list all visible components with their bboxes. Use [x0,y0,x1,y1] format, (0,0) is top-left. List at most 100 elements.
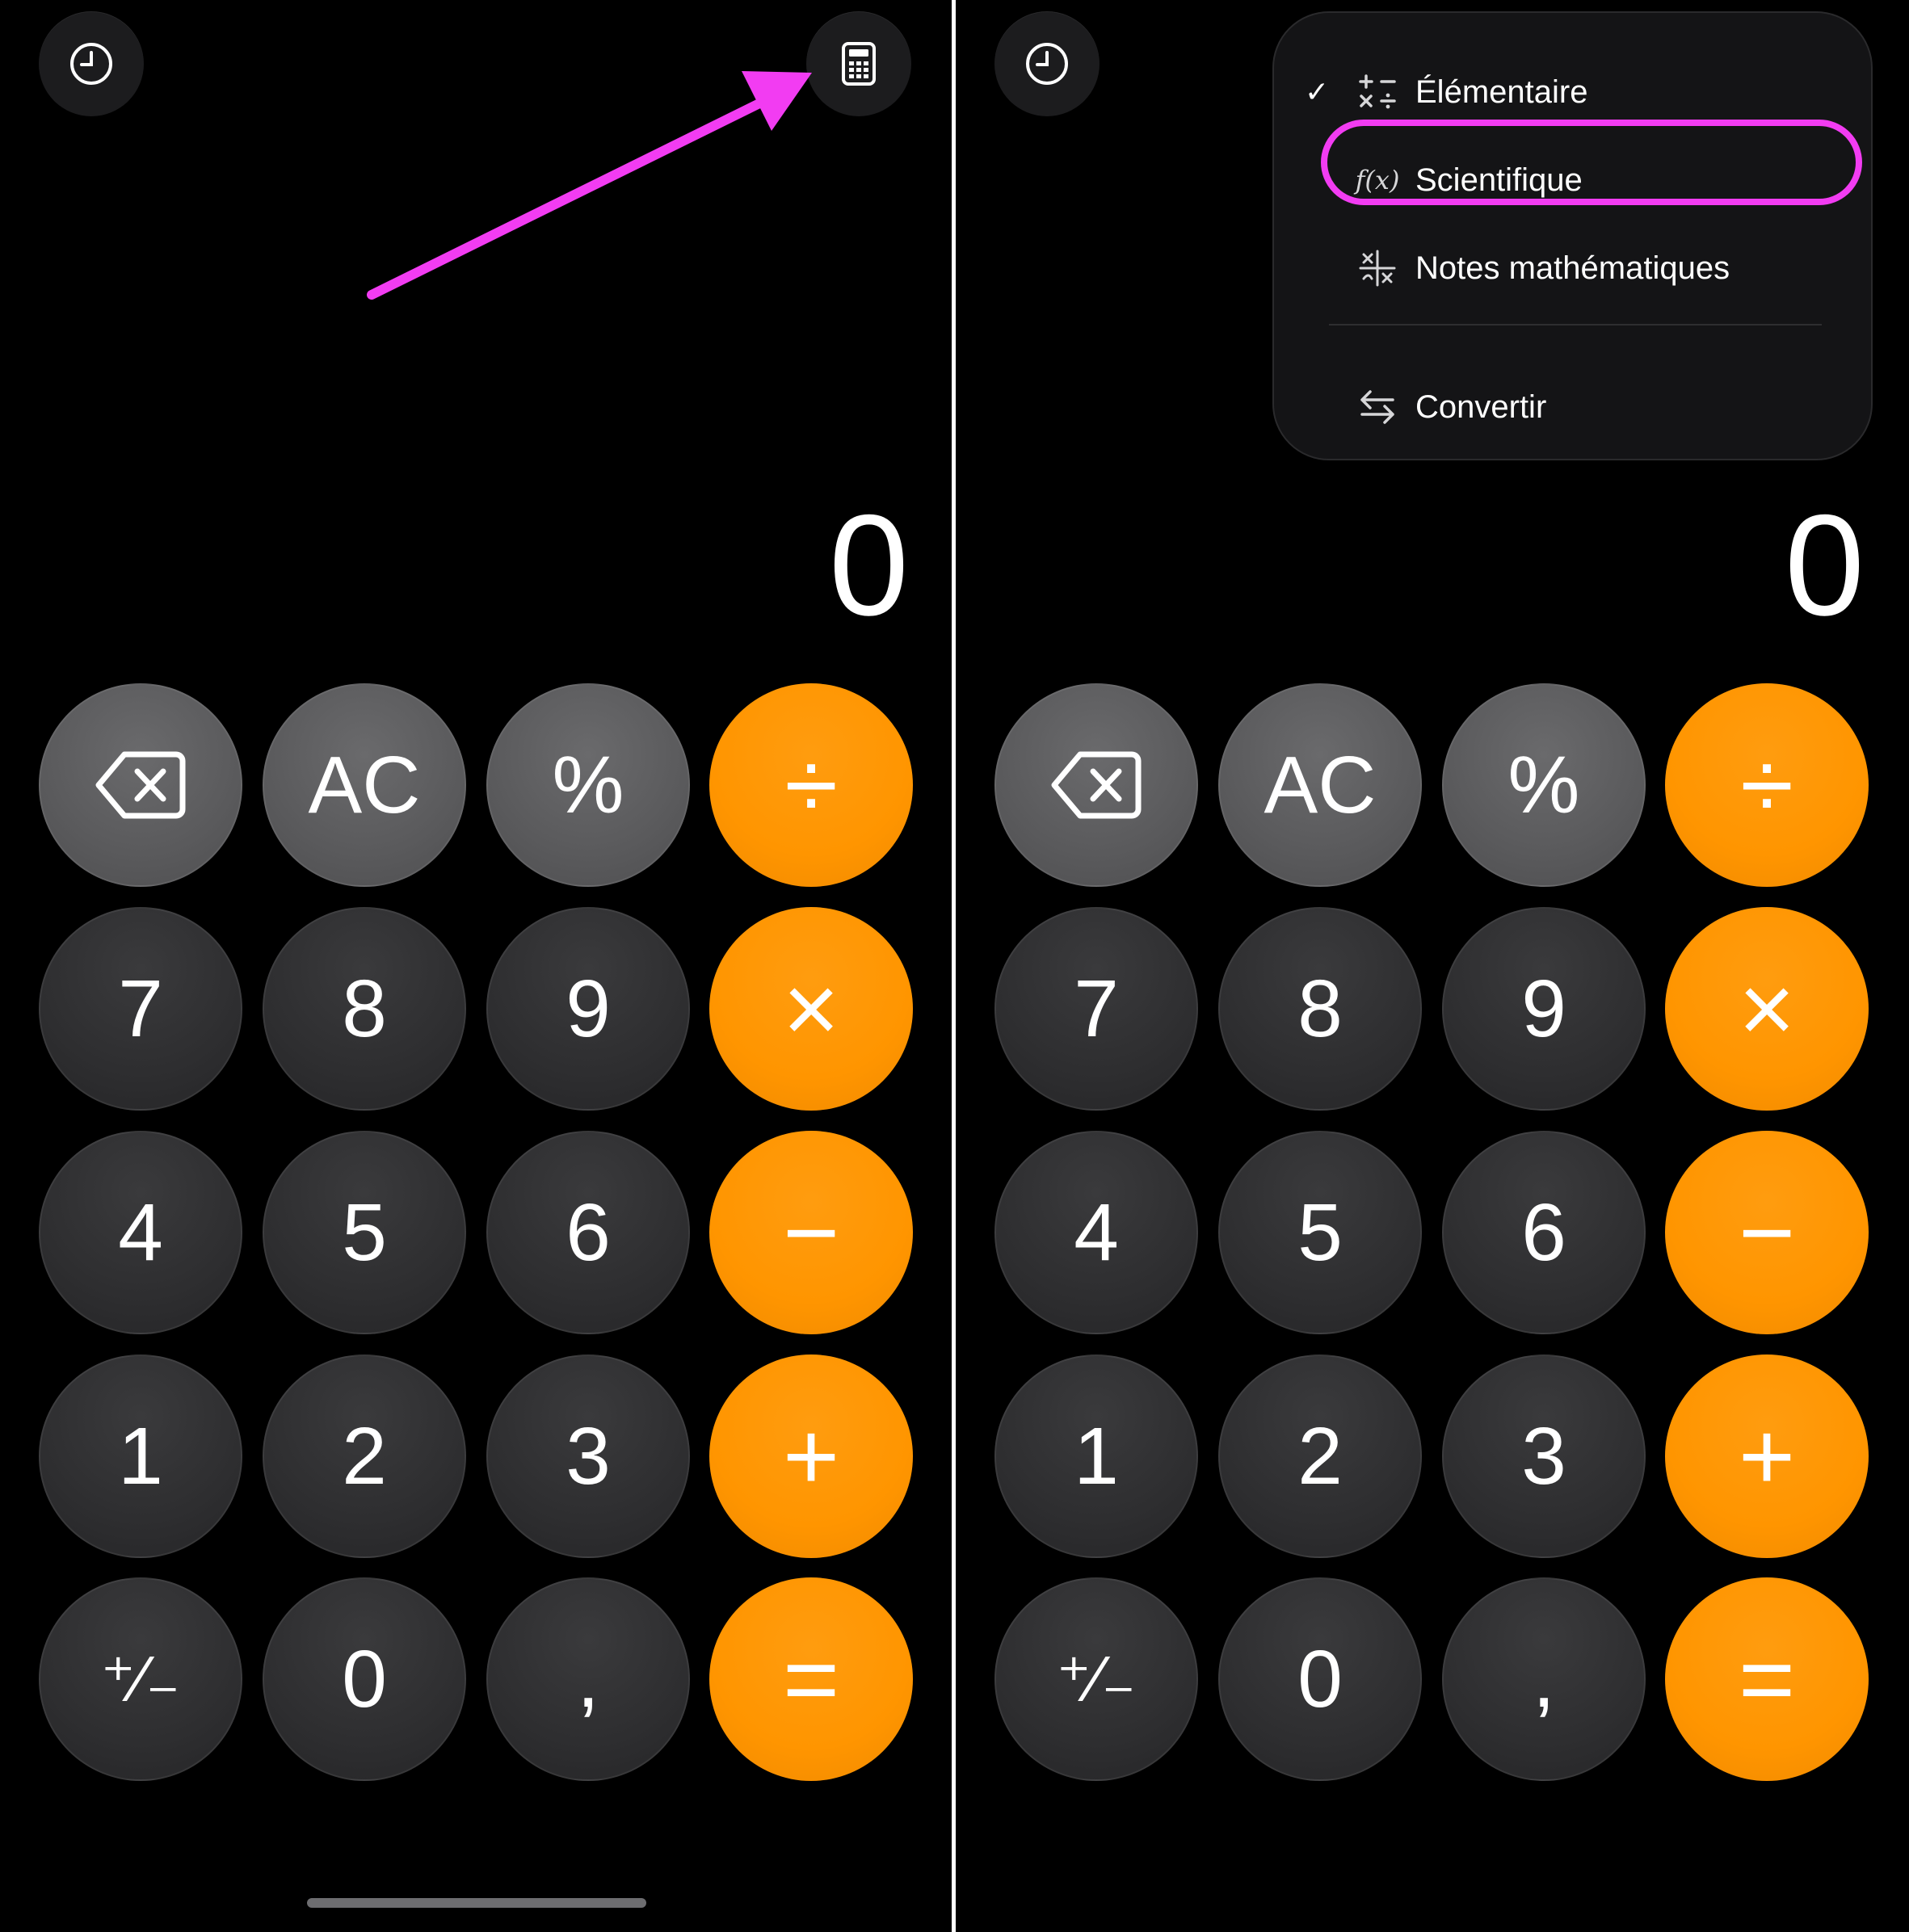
digit-6-label: 6 [566,1187,611,1278]
decimal-label: , [1533,1634,1555,1724]
digit-9-label: 9 [1521,964,1566,1054]
digit-4-label: 4 [1074,1187,1119,1278]
digit-0-button[interactable]: 0 [1218,1577,1422,1781]
digit-9-button[interactable]: 9 [486,907,690,1111]
history-button[interactable] [39,11,144,116]
percent-button[interactable]: % [486,683,690,887]
percent-button[interactable]: % [1442,683,1646,887]
menu-label-notes-mathematiques: Notes mathématiques [1415,250,1730,286]
digit-2-button[interactable]: 2 [1218,1354,1422,1558]
minus-button[interactable]: − [709,1131,913,1334]
digit-5-button[interactable]: 5 [263,1131,466,1334]
digit-0-label: 0 [1297,1634,1343,1724]
sign-toggle-label: ⁺⁄₋ [1057,1643,1136,1715]
clear-button[interactable]: AC [263,683,466,887]
clock-icon [70,43,112,85]
home-indicator[interactable] [307,1898,646,1908]
digit-8-button[interactable]: 8 [263,907,466,1111]
multiply-label: × [782,955,840,1063]
equals-label: = [1738,1625,1796,1733]
digit-1-button[interactable]: 1 [994,1354,1198,1558]
digit-7-label: 7 [1074,964,1119,1054]
digit-0-button[interactable]: 0 [263,1577,466,1781]
calculator-mode-menu: ✓ Élémentaire f(x) Scientifique Notes ma… [1272,11,1873,460]
digit-8-button[interactable]: 8 [1218,907,1422,1111]
decimal-button[interactable]: , [486,1577,690,1781]
decimal-button[interactable]: , [1442,1577,1646,1781]
sign-toggle-label: ⁺⁄₋ [101,1643,180,1715]
backspace-icon [95,751,186,819]
equals-button[interactable]: = [1665,1577,1869,1781]
clear-label: AC [308,740,421,830]
digit-7-button[interactable]: 7 [994,907,1198,1111]
basic-ops-icon [1355,69,1400,115]
backspace-icon [1051,751,1142,819]
minus-label: − [1738,1178,1796,1287]
digit-1-button[interactable]: 1 [39,1354,242,1558]
convert-arrows-icon [1355,384,1400,430]
digit-1-label: 1 [118,1411,163,1502]
annotation-highlight-ring [1321,120,1862,205]
digit-0-label: 0 [342,1634,387,1724]
checkmark-icon: ✓ [1305,75,1330,108]
digit-6-label: 6 [1521,1187,1566,1278]
menu-item-notes-mathematiques[interactable]: Notes mathématiques [1274,232,1874,304]
clear-label: AC [1264,740,1377,830]
backspace-button[interactable] [39,683,242,887]
digit-6-button[interactable]: 6 [486,1131,690,1334]
percent-label: % [552,740,624,830]
digit-4-button[interactable]: 4 [994,1131,1198,1334]
equals-button[interactable]: = [709,1577,913,1781]
decimal-label: , [577,1634,599,1724]
history-button[interactable] [994,11,1100,116]
plus-button[interactable]: + [709,1354,913,1558]
digit-8-label: 8 [1297,964,1343,1054]
digit-5-label: 5 [1297,1187,1343,1278]
digit-7-button[interactable]: 7 [39,907,242,1111]
divide-button[interactable]: ÷ [709,683,913,887]
digit-3-label: 3 [1521,1411,1566,1502]
digit-7-label: 7 [118,964,163,1054]
digit-8-label: 8 [342,964,387,1054]
minus-button[interactable]: − [1665,1131,1869,1334]
digit-3-button[interactable]: 3 [486,1354,690,1558]
digit-9-label: 9 [566,964,611,1054]
menu-item-convertir[interactable]: Convertir [1274,371,1874,443]
plus-label: + [782,1402,840,1510]
calculator-mode-button[interactable] [806,11,911,116]
menu-item-elementaire[interactable]: ✓ Élémentaire [1274,56,1874,128]
calculator-icon [842,42,876,86]
digit-6-button[interactable]: 6 [1442,1131,1646,1334]
digit-2-button[interactable]: 2 [263,1354,466,1558]
minus-label: − [782,1178,840,1287]
digit-2-label: 2 [342,1411,387,1502]
math-notes-icon [1355,246,1400,291]
equals-label: = [782,1625,840,1733]
digit-5-button[interactable]: 5 [1218,1131,1422,1334]
multiply-button[interactable]: × [709,907,913,1111]
percent-label: % [1507,740,1580,830]
clear-button[interactable]: AC [1218,683,1422,887]
digit-4-button[interactable]: 4 [39,1131,242,1334]
digit-3-label: 3 [566,1411,611,1502]
plus-label: + [1738,1402,1796,1510]
clock-icon [1026,43,1068,85]
menu-label-convertir: Convertir [1415,388,1547,425]
menu-label-elementaire: Élémentaire [1415,74,1588,110]
calculator-screen-right: ✓ Élémentaire f(x) Scientifique Notes ma… [956,0,1909,1932]
digit-9-button[interactable]: 9 [1442,907,1646,1111]
divide-button[interactable]: ÷ [1665,683,1869,887]
menu-separator [1329,324,1822,326]
multiply-label: × [1738,955,1796,1063]
digit-4-label: 4 [118,1187,163,1278]
digit-1-label: 1 [1074,1411,1119,1502]
digit-2-label: 2 [1297,1411,1343,1502]
backspace-button[interactable] [994,683,1198,887]
plus-button[interactable]: + [1665,1354,1869,1558]
divide-label: ÷ [1740,731,1793,839]
sign-toggle-button[interactable]: ⁺⁄₋ [39,1577,242,1781]
multiply-button[interactable]: × [1665,907,1869,1111]
sign-toggle-button[interactable]: ⁺⁄₋ [994,1577,1198,1781]
digit-5-label: 5 [342,1187,387,1278]
digit-3-button[interactable]: 3 [1442,1354,1646,1558]
